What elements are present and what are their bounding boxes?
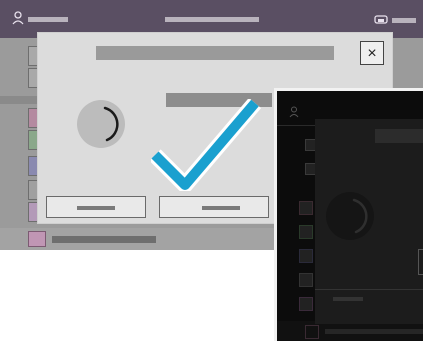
cancel-label-placeholder[interactable]	[333, 297, 363, 301]
dark-dialog	[315, 119, 423, 324]
bottom-label-placeholder	[52, 236, 156, 243]
settings-icon[interactable]	[299, 297, 313, 311]
print-label-placeholder	[392, 18, 416, 23]
close-icon: ×	[367, 45, 377, 62]
divider	[315, 289, 423, 290]
fax-icon[interactable]	[299, 201, 313, 215]
ok-label-placeholder	[202, 206, 240, 210]
dialog-title-placeholder	[375, 129, 423, 143]
print-button[interactable]	[368, 10, 418, 28]
printer-icon	[374, 12, 388, 30]
spinner-icon	[325, 191, 377, 243]
user-icon	[289, 105, 299, 123]
ok-button[interactable]	[159, 196, 269, 218]
secondary-screen	[274, 88, 423, 341]
checkmark-icon	[149, 97, 262, 193]
spinner-icon	[76, 99, 128, 151]
user-icon	[12, 11, 24, 27]
dialog-title-placeholder	[96, 46, 334, 60]
close-button[interactable]: ×	[360, 41, 384, 65]
apps-icon[interactable]	[305, 325, 319, 339]
list-icon[interactable]	[299, 273, 313, 287]
email-icon[interactable]	[299, 249, 313, 263]
title-placeholder	[165, 17, 259, 22]
user-label-placeholder	[28, 17, 68, 22]
scan-icon[interactable]	[299, 225, 313, 239]
checkmark-edge	[418, 249, 423, 275]
cancel-label-placeholder	[77, 206, 115, 210]
apps-icon[interactable]	[28, 231, 46, 247]
bottom-label-placeholder	[325, 329, 423, 334]
user-button[interactable]	[10, 10, 70, 26]
bottom-row	[277, 321, 423, 341]
cancel-button[interactable]	[46, 196, 146, 218]
